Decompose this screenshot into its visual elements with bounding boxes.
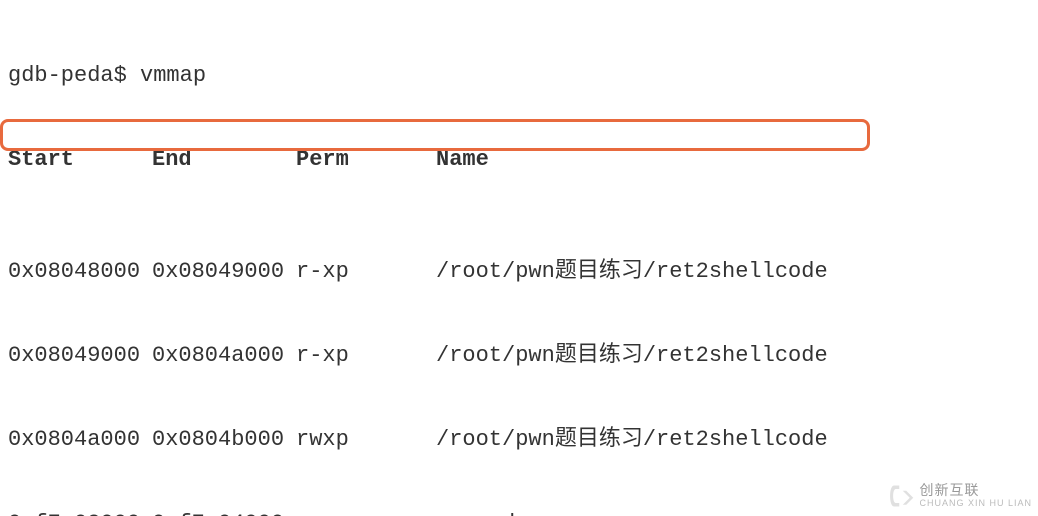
cell-name: mapped [436, 510, 1030, 516]
watermark-logo-icon [887, 482, 915, 510]
cell-perm: r-xp [296, 342, 436, 370]
cell-end: 0x0804b000 [152, 426, 296, 454]
cell-end: 0x0804a000 [152, 342, 296, 370]
cell-name: /root/pwn题目练习/ret2shellcode [436, 426, 1030, 454]
header-name: Name [436, 146, 1030, 174]
column-headers: Start End Perm Name [8, 146, 1030, 174]
cell-perm: rwxp [296, 510, 436, 516]
header-perm: Perm [296, 146, 436, 174]
watermark-text-cn: 创新互联 [919, 483, 1032, 498]
cell-start: 0x08049000 [8, 342, 152, 370]
command: vmmap [140, 62, 206, 90]
cell-end: 0xf7e04000 [152, 510, 296, 516]
table-row: 0x08049000 0x0804a000 r-xp /root/pwn题目练习… [8, 342, 1030, 370]
watermark-text-py: CHUANG XIN HU LIAN [919, 499, 1032, 509]
cell-name: /root/pwn题目练习/ret2shellcode [436, 258, 1030, 286]
header-start: Start [8, 146, 152, 174]
header-end: End [152, 146, 296, 174]
watermark: 创新互联 CHUANG XIN HU LIAN [887, 482, 1032, 510]
cell-start: 0x0804a000 [8, 426, 152, 454]
prompt-line: gdb-peda$ vmmap [8, 62, 1030, 90]
table-row: 0xf7e03000 0xf7e04000 rwxp mapped [8, 510, 1030, 516]
cell-start: 0x08048000 [8, 258, 152, 286]
cell-perm: r-xp [296, 258, 436, 286]
prompt: gdb-peda$ [8, 62, 127, 90]
cell-name: /root/pwn题目练习/ret2shellcode [436, 342, 1030, 370]
table-row-highlighted: 0x0804a000 0x0804b000 rwxp /root/pwn题目练习… [8, 426, 1030, 454]
cell-end: 0x08049000 [152, 258, 296, 286]
table-row: 0x08048000 0x08049000 r-xp /root/pwn题目练习… [8, 258, 1030, 286]
cell-start: 0xf7e03000 [8, 510, 152, 516]
terminal-output: gdb-peda$ vmmap Start End Perm Name 0x08… [0, 0, 1038, 516]
cell-perm: rwxp [296, 426, 436, 454]
